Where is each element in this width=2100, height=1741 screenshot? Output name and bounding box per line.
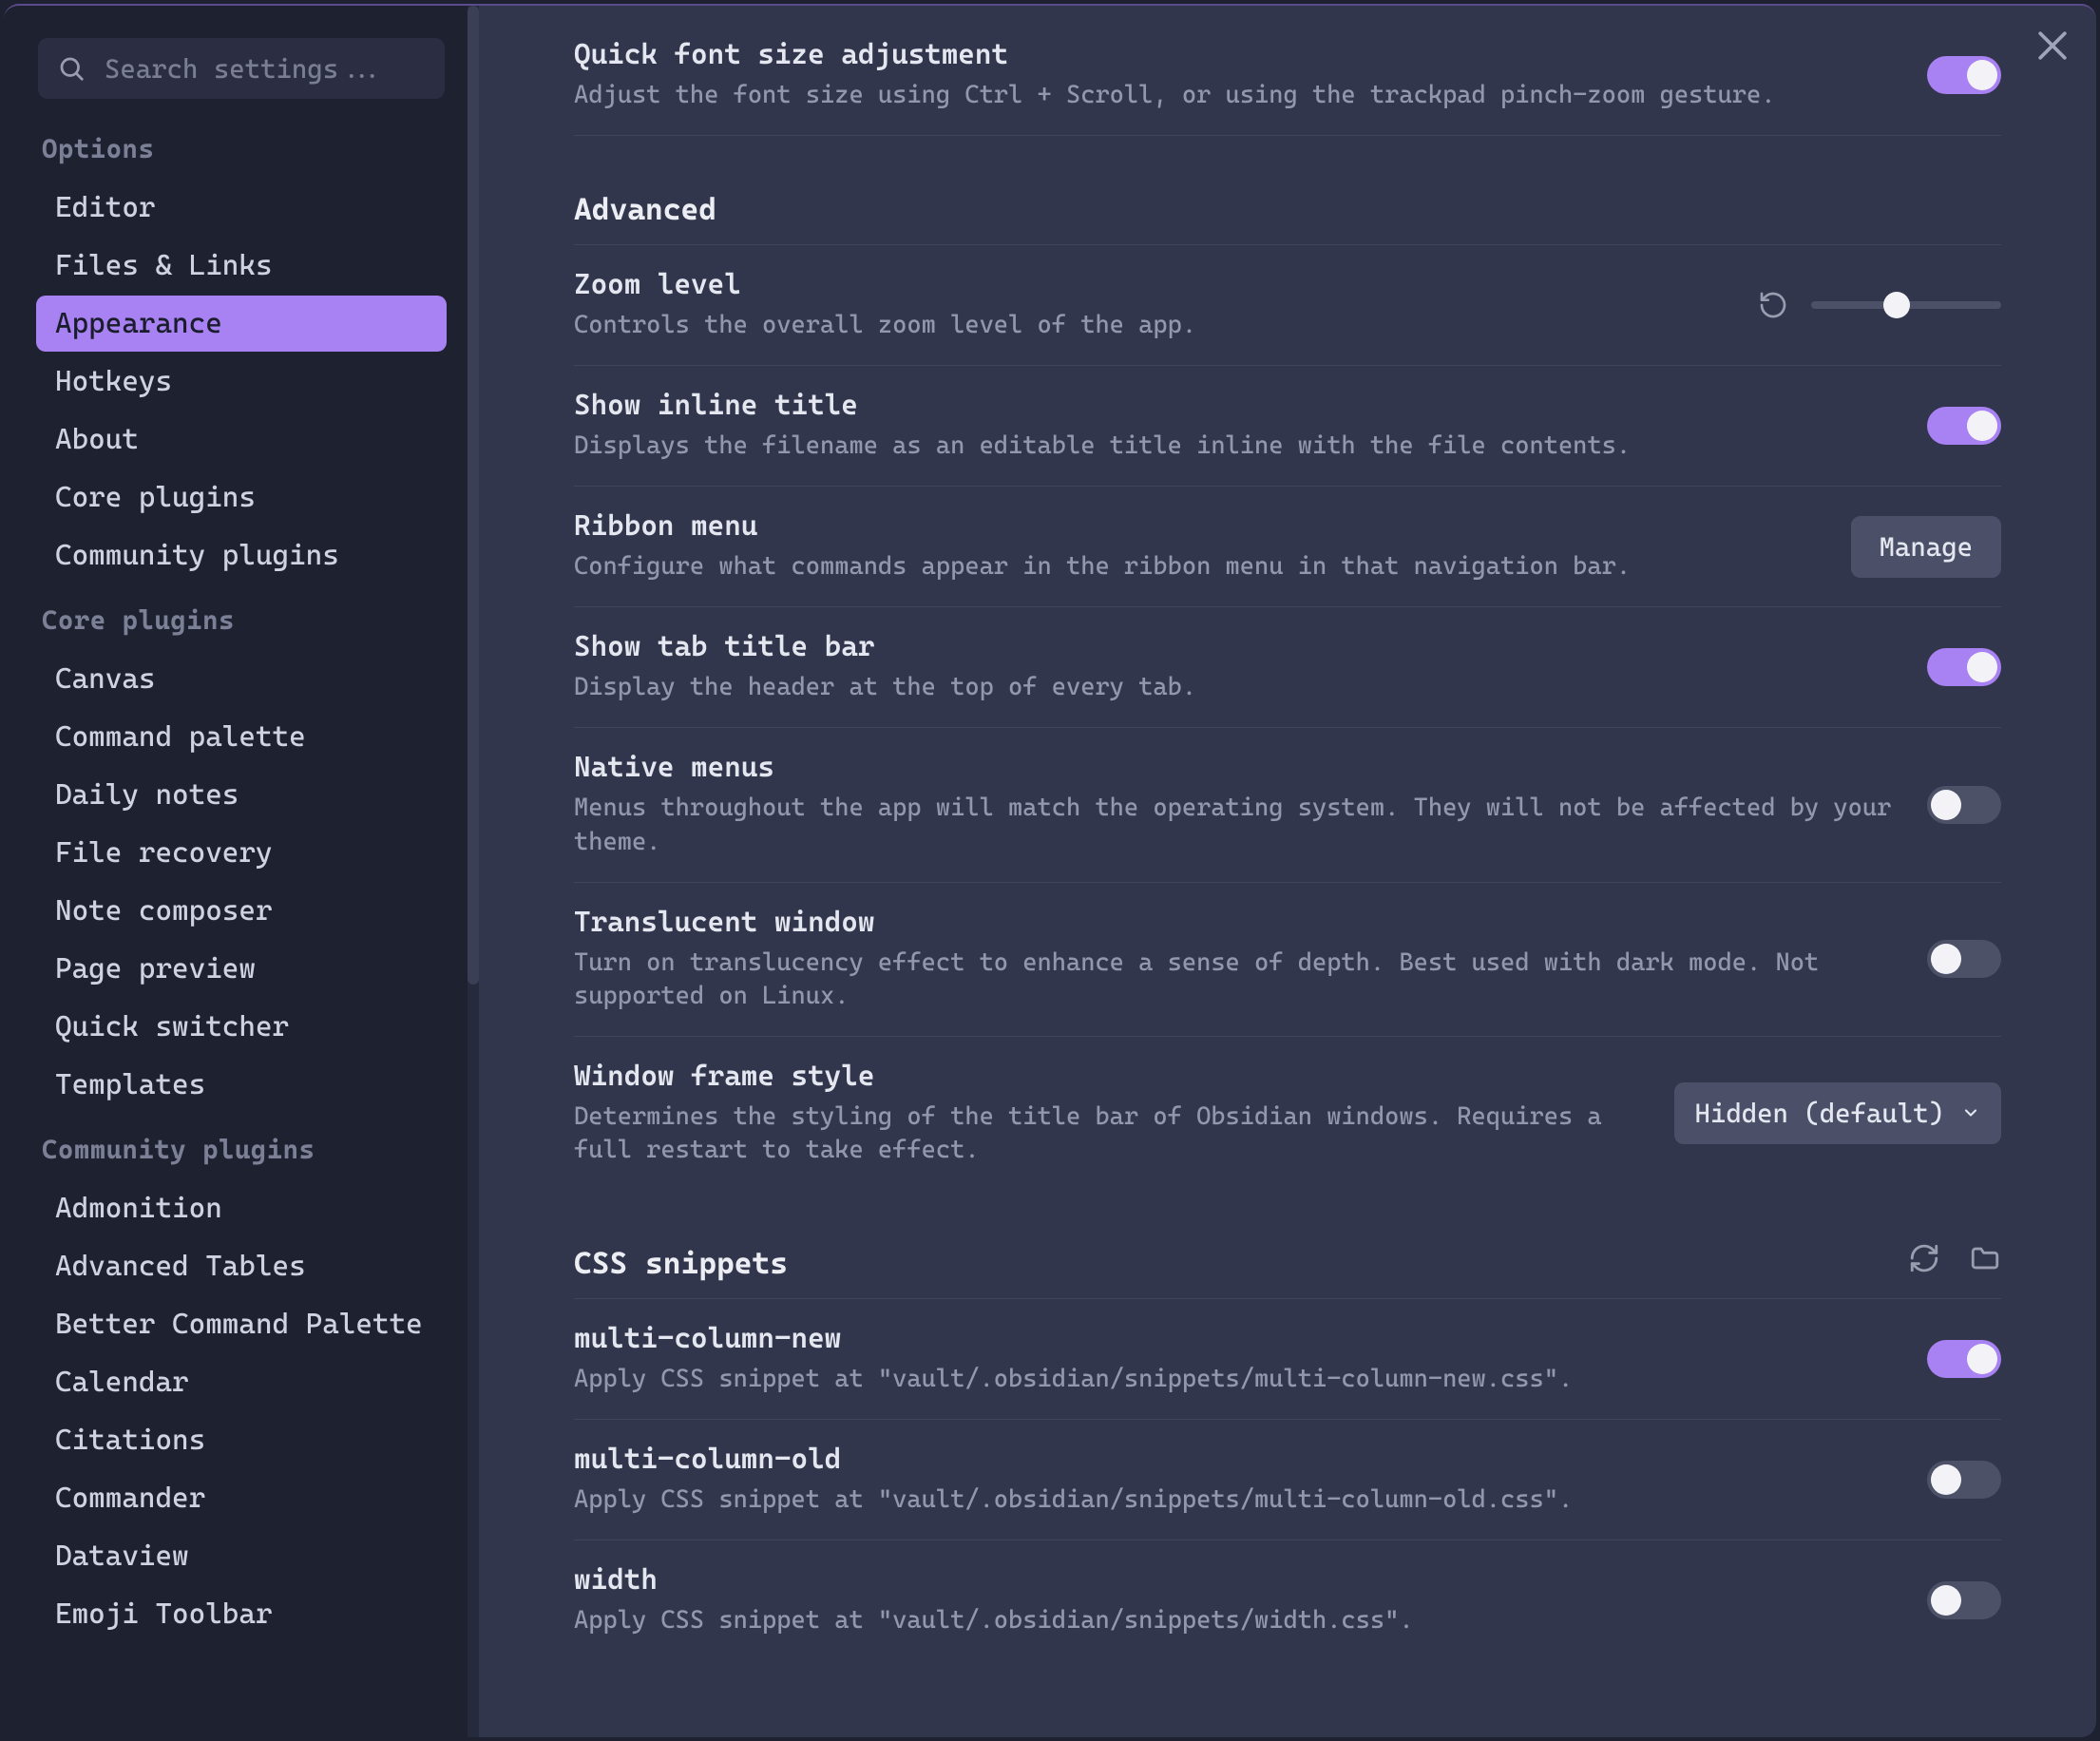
setting-title: Quick font size adjustment: [574, 38, 1899, 71]
chevron-down-icon: [1961, 1098, 1980, 1129]
settings-sidebar: Options EditorFiles & LinksAppearanceHotk…: [4, 6, 479, 1737]
slider-thumb[interactable]: [1883, 292, 1910, 318]
toggle-translucent[interactable]: [1927, 940, 2001, 978]
zoom-slider[interactable]: [1811, 301, 2001, 309]
sidebar-item-commander[interactable]: Commander: [36, 1470, 447, 1526]
setting-title: Native menus: [574, 751, 1899, 784]
setting-title: Zoom level: [574, 268, 1729, 301]
snippet-title: width: [574, 1563, 1899, 1597]
refresh-icon[interactable]: [1908, 1242, 1940, 1274]
setting-desc: Determines the styling of the title bar …: [574, 1100, 1646, 1167]
sidebar-item-advanced-tables[interactable]: Advanced Tables: [36, 1238, 447, 1294]
snippet-title: multi-column-old: [574, 1443, 1899, 1476]
sidebar-item-about[interactable]: About: [36, 411, 447, 468]
sidebar-item-hotkeys[interactable]: Hotkeys: [36, 354, 447, 410]
toggle-native[interactable]: [1927, 786, 2001, 824]
toggle-quick-font[interactable]: [1927, 56, 2001, 94]
sidebar-section-label: Community plugins: [42, 1134, 441, 1165]
reset-icon[interactable]: [1758, 290, 1788, 320]
snippet-row: width Apply CSS snippet at "vault/.obsidi…: [574, 1540, 2001, 1660]
search-icon: [57, 54, 86, 83]
setting-title: Show inline title: [574, 389, 1899, 422]
snippet-desc: Apply CSS snippet at "vault/.obsidian/sn…: [574, 1483, 1899, 1517]
sidebar-item-community-plugins[interactable]: Community plugins: [36, 527, 447, 584]
setting-desc: Menus throughout the app will match the …: [574, 792, 1899, 858]
sidebar-item-better-command-palette[interactable]: Better Command Palette: [36, 1296, 447, 1352]
setting-row-translucent: Translucent window Turn on translucency e…: [574, 883, 2001, 1037]
sidebar-section-label: Core plugins: [42, 604, 441, 636]
search-wrap: [38, 38, 445, 99]
section-title: Advanced: [574, 164, 716, 244]
setting-row-native: Native menus Menus throughout the app wil…: [574, 728, 2001, 882]
setting-row-quick-font: Quick font size adjustment Adjust the fo…: [574, 15, 2001, 136]
sidebar-item-canvas[interactable]: Canvas: [36, 651, 447, 707]
snippet-row: multi-column-new Apply CSS snippet at "va…: [574, 1299, 2001, 1420]
sidebar-item-file-recovery[interactable]: File recovery: [36, 825, 447, 881]
sidebar-item-command-palette[interactable]: Command palette: [36, 709, 447, 765]
snippet-desc: Apply CSS snippet at "vault/.obsidian/sn…: [574, 1604, 1899, 1637]
toggle-inline[interactable]: [1927, 407, 2001, 445]
snippet-row: multi-column-old Apply CSS snippet at "va…: [574, 1420, 2001, 1540]
sidebar-scrollbar-track[interactable]: [468, 6, 479, 1737]
sidebar-scrollbar-thumb[interactable]: [468, 6, 479, 985]
setting-title: Translucent window: [574, 906, 1899, 939]
section-title: CSS snippets: [574, 1218, 788, 1298]
frame-dropdown[interactable]: Hidden (default): [1674, 1082, 2002, 1144]
toggle-snippet[interactable]: [1927, 1581, 2001, 1619]
sidebar-item-quick-switcher[interactable]: Quick switcher: [36, 999, 447, 1055]
close-icon[interactable]: [2032, 25, 2073, 67]
setting-title: Show tab title bar: [574, 630, 1899, 663]
sidebar-item-citations[interactable]: Citations: [36, 1412, 447, 1468]
sidebar-item-emoji-toolbar[interactable]: Emoji Toolbar: [36, 1586, 447, 1642]
sidebar-item-admonition[interactable]: Admonition: [36, 1180, 447, 1236]
sidebar-item-core-plugins[interactable]: Core plugins: [36, 469, 447, 526]
sidebar-section-label: Options: [42, 133, 441, 164]
section-heading-css: CSS snippets: [574, 1218, 2001, 1299]
setting-title: Window frame style: [574, 1060, 1646, 1093]
setting-title: Ribbon menu: [574, 509, 1823, 543]
folder-icon[interactable]: [1969, 1242, 2001, 1274]
setting-row-tabbar: Show tab title bar Display the header at …: [574, 607, 2001, 728]
setting-row-frame: Window frame style Determines the styling…: [574, 1037, 2001, 1190]
settings-main: Quick font size adjustment Adjust the fo…: [479, 6, 2096, 1737]
dropdown-value: Hidden (default): [1695, 1098, 1945, 1129]
setting-desc: Adjust the font size using Ctrl + Scroll…: [574, 79, 1899, 112]
sidebar-item-daily-notes[interactable]: Daily notes: [36, 767, 447, 823]
setting-row-zoom: Zoom level Controls the overall zoom leve…: [574, 245, 2001, 366]
setting-row-ribbon: Ribbon menu Configure what commands appea…: [574, 487, 2001, 607]
setting-desc: Configure what commands appear in the ri…: [574, 550, 1823, 584]
setting-desc: Displays the filename as an editable tit…: [574, 430, 1899, 463]
setting-desc: Turn on translucency effect to enhance a…: [574, 947, 1899, 1013]
sidebar-item-appearance[interactable]: Appearance: [36, 296, 447, 352]
sidebar-item-dataview[interactable]: Dataview: [36, 1528, 447, 1584]
sidebar-item-note-composer[interactable]: Note composer: [36, 883, 447, 939]
search-input[interactable]: [38, 38, 445, 99]
settings-modal: Options EditorFiles & LinksAppearanceHotk…: [4, 4, 2096, 1737]
ribbon-button[interactable]: Manage: [1851, 516, 2001, 578]
sidebar-item-page-preview[interactable]: Page preview: [36, 941, 447, 997]
sidebar-item-files-links[interactable]: Files & Links: [36, 238, 447, 294]
sidebar-item-calendar[interactable]: Calendar: [36, 1354, 447, 1410]
setting-desc: Controls the overall zoom level of the a…: [574, 309, 1729, 342]
sidebar-item-templates[interactable]: Templates: [36, 1057, 447, 1113]
snippet-title: multi-column-new: [574, 1322, 1899, 1355]
setting-row-inline: Show inline title Displays the filename a…: [574, 366, 2001, 487]
toggle-tabbar[interactable]: [1927, 648, 2001, 686]
snippet-desc: Apply CSS snippet at "vault/.obsidian/sn…: [574, 1363, 1899, 1396]
sidebar-item-editor[interactable]: Editor: [36, 180, 447, 236]
settings-content: Quick font size adjustment Adjust the fo…: [479, 6, 2096, 1737]
toggle-snippet[interactable]: [1927, 1340, 2001, 1378]
setting-desc: Display the header at the top of every t…: [574, 671, 1899, 704]
toggle-snippet[interactable]: [1927, 1461, 2001, 1499]
section-heading-advanced: Advanced: [574, 164, 2001, 245]
